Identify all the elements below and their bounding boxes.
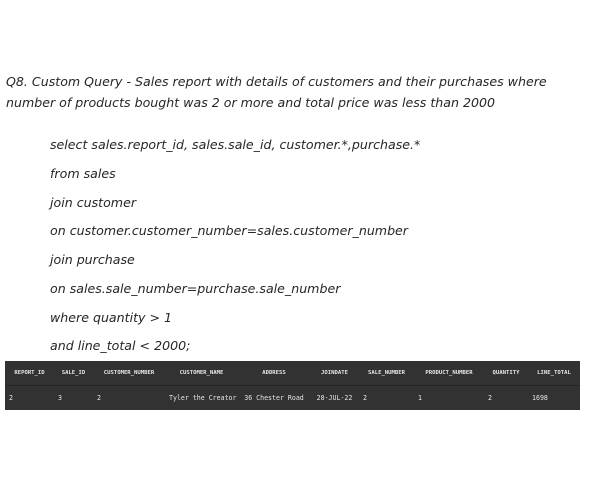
cell-product-number: 1	[418, 394, 422, 402]
column-header-sale-number: SALE_NUMBER	[359, 361, 414, 386]
query-line-on-sale: on sales.sale_number=purchase.sale_numbe…	[50, 281, 341, 296]
column-header-quantity: QUANTITY	[484, 361, 528, 386]
column-header-product-number: PRODUCT_NUMBER	[414, 361, 484, 386]
cell-sale-number: 2	[363, 394, 367, 402]
cell-customer-number: 2	[97, 394, 101, 402]
cell-quantity: 2	[488, 394, 492, 402]
column-header-customer-name: CUSTOMER_NAME	[165, 361, 238, 386]
table-header-row: REPORT_ID SALE_ID CUSTOMER_NUMBER CUSTOM…	[5, 361, 580, 386]
query-line-join-customer: join customer	[50, 195, 136, 210]
query-line-from: from sales	[50, 166, 116, 181]
query-line-select: select sales.report_id, sales.sale_id, c…	[50, 137, 421, 152]
cell-address: 36 Chester Road	[244, 394, 304, 402]
query-line-on-customer: on customer.customer_number=sales.custom…	[50, 223, 408, 238]
cell-line-total: 1698	[532, 394, 548, 402]
cell-sale-id: 3	[58, 394, 62, 402]
column-header-joindate: JOINDATE	[310, 361, 359, 386]
column-header-line-total: LINE_TOTAL	[528, 361, 580, 386]
query-line-join-purchase: join purchase	[50, 252, 135, 267]
column-header-sale-id: SALE_ID	[54, 361, 93, 386]
question-text: Q8. Custom Query - Sales report with det…	[6, 74, 547, 110]
column-header-customer-number: CUSTOMER_NUMBER	[93, 361, 165, 386]
column-header-report-id: REPORT_ID	[5, 361, 54, 386]
cell-customer-name: Tyler the Creator	[169, 394, 237, 402]
cell-report-id: 2	[9, 394, 13, 402]
query-result-table: REPORT_ID SALE_ID CUSTOMER_NUMBER CUSTOM…	[5, 361, 580, 410]
query-line-and: and line_total < 2000;	[50, 338, 191, 353]
column-header-address: ADDRESS	[238, 361, 310, 386]
cell-joindate: 28-JUL-22	[316, 394, 353, 402]
query-line-where: where quantity > 1	[50, 310, 173, 325]
table-row: 2 3 2 Tyler the Creator 36 Chester Road …	[5, 386, 580, 411]
